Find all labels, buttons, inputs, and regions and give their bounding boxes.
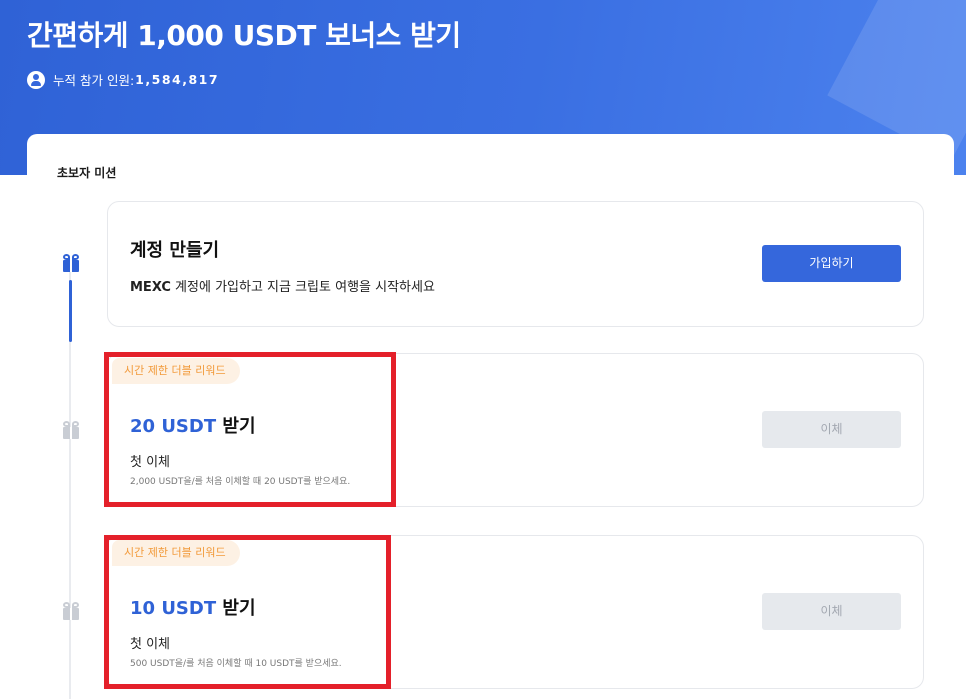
timeline-progress xyxy=(69,280,72,342)
participants-stat: 누적 참가 인원: 1,584,817 xyxy=(27,70,219,89)
mission-description: MEXC 계정에 가입하고 지금 크립토 여행을 시작하세요 xyxy=(130,280,435,295)
signup-button[interactable]: 가입하기 xyxy=(762,245,901,282)
user-circle-icon xyxy=(27,70,45,89)
gift-icon xyxy=(62,421,80,439)
brand-name: MEXC xyxy=(130,280,171,295)
participants-label: 누적 참가 인원: xyxy=(53,73,135,88)
highlight-box xyxy=(104,535,391,689)
transfer-button[interactable]: 이체 xyxy=(762,593,901,630)
mission-title: 계정 만들기 xyxy=(130,240,220,261)
gift-icon xyxy=(62,602,80,620)
highlight-box xyxy=(104,352,396,507)
participants-value: 1,584,817 xyxy=(135,72,220,87)
transfer-button[interactable]: 이체 xyxy=(762,411,901,448)
mission-panel: 초보자 미션 계정 만들기 MEXC 계정에 가입하고 지금 크립토 여행을 시… xyxy=(27,134,954,699)
mission-card-create-account: 계정 만들기 MEXC 계정에 가입하고 지금 크립토 여행을 시작하세요 가입… xyxy=(107,201,924,327)
page-title: 간편하게 1,000 USDT 보너스 받기 xyxy=(27,19,461,52)
section-title: 초보자 미션 xyxy=(57,166,117,180)
gift-icon xyxy=(62,254,80,272)
